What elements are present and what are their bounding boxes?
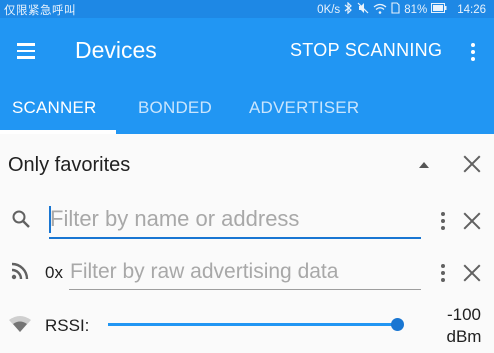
signal-strength-icon <box>8 315 32 338</box>
battery-icon <box>431 3 447 16</box>
name-filter-options-icon[interactable] <box>440 212 446 230</box>
hamburger-menu-icon[interactable] <box>14 40 38 64</box>
name-filter-underline <box>49 237 421 239</box>
sim-icon <box>391 2 400 17</box>
page-title: Devices <box>75 37 157 63</box>
rssi-value-display: -100 dBm <box>436 304 492 348</box>
stop-scanning-button[interactable]: STOP SCANNING <box>290 40 442 61</box>
search-icon <box>11 209 31 234</box>
tab-advertiser[interactable]: ADVERTISER <box>249 98 359 118</box>
collapse-arrow-icon[interactable] <box>419 162 429 168</box>
status-bar: 仅限紧急呼叫 0K/s 81% 14:26 <box>0 0 494 18</box>
close-filters-icon[interactable] <box>463 155 481 173</box>
rss-feed-icon <box>11 262 29 285</box>
bluetooth-icon <box>344 1 353 17</box>
raw-data-filter-input[interactable] <box>70 258 420 286</box>
tab-bar: SCANNER BONDED ADVERTISER <box>0 88 494 134</box>
app-bar: Devices STOP SCANNING <box>0 18 494 88</box>
tab-bonded[interactable]: BONDED <box>138 98 212 118</box>
name-filter-input[interactable] <box>50 204 420 234</box>
only-favorites-label: Only favorites <box>8 154 131 176</box>
raw-data-filter-underline <box>69 289 421 290</box>
mute-icon <box>357 2 369 17</box>
rssi-value: -100 <box>446 305 482 324</box>
clear-raw-filter-icon[interactable] <box>463 264 481 282</box>
overflow-menu-icon[interactable] <box>466 40 480 64</box>
hex-prefix-label: 0x <box>45 263 63 282</box>
rssi-label: RSSI: <box>45 316 90 335</box>
rssi-slider-thumb[interactable] <box>391 318 404 331</box>
wifi-icon <box>373 3 387 17</box>
name-filter-cursor <box>49 206 51 233</box>
clock: 14:26 <box>457 3 486 16</box>
raw-filter-options-icon[interactable] <box>440 264 446 282</box>
rssi-slider-track[interactable] <box>108 323 398 326</box>
carrier-text: 仅限紧急呼叫 <box>4 5 76 17</box>
clear-name-filter-icon[interactable] <box>463 212 481 230</box>
rssi-unit: dBm <box>446 327 482 346</box>
filter-panel: Only favorites 0x RSSI: -100 dBm <box>0 134 494 353</box>
battery-percent: 81% <box>404 3 428 16</box>
network-speed: 0K/s <box>317 3 341 16</box>
tab-scanner[interactable]: SCANNER <box>12 98 97 118</box>
